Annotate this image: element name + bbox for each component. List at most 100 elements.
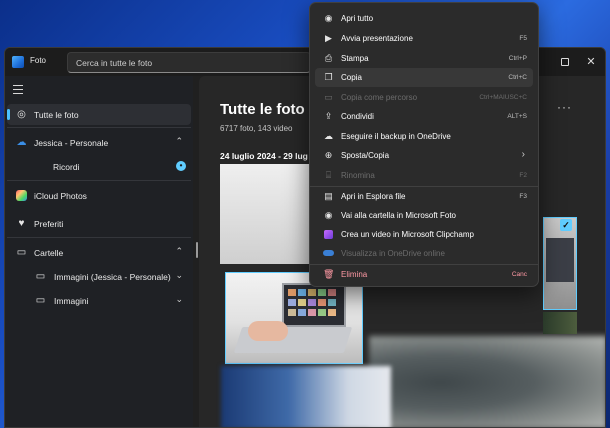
eye-icon: ◉: [324, 13, 333, 23]
photos-icon: ◎: [17, 109, 26, 120]
copy-path-icon: ▭: [324, 92, 333, 102]
menu-item-label: Apri in Esplora file: [341, 192, 406, 201]
folder-icon: ▭: [16, 247, 27, 258]
chevron-up-icon[interactable]: ⌃: [175, 246, 183, 257]
divider: [7, 127, 191, 128]
menu-item-shortcut: Canc: [511, 271, 527, 278]
printer-icon: ⎙: [324, 53, 333, 63]
date-range-label: 24 luglio 2024 - 29 lug: [220, 151, 308, 161]
sidebar-item-label: Immagini: [54, 296, 89, 306]
sidebar-item-label: Tutte le foto: [34, 110, 79, 120]
clipchamp-icon: [324, 230, 333, 239]
sidebar-item-jessica-personale[interactable]: ☁ Jessica - Personale ⌃: [7, 132, 191, 153]
copy-icon: ❐: [324, 72, 333, 82]
menu-item-rinomina[interactable]: ⌸ Rinomina F2: [315, 166, 533, 185]
menu-item-label: Apri tutto: [341, 14, 374, 23]
chevron-down-icon[interactable]: ⌄: [175, 294, 183, 305]
menu-item-label: Rinomina: [341, 171, 375, 180]
menu-item-label: Crea un video in Microsoft Clipchamp: [341, 230, 474, 239]
hand: [248, 321, 288, 341]
menu-item-backup-onedrive[interactable]: ☁ Eseguire il backup in OneDrive: [315, 127, 533, 146]
sidebar-scrollbar[interactable]: [196, 242, 198, 258]
eye-icon: ◉: [324, 210, 333, 220]
slideshow-icon: ▶: [325, 33, 332, 43]
menu-item-label: Avvia presentazione: [341, 34, 413, 43]
new-badge-icon: •: [176, 161, 186, 171]
close-icon: ✕: [586, 56, 596, 68]
menu-item-copia[interactable]: ❐ Copia Ctrl+C: [315, 68, 533, 87]
laptop-screen: [546, 238, 574, 282]
laptop-screen: [282, 283, 346, 327]
menu-item-vai-cartella-foto[interactable]: ◉ Vai alla cartella in Microsoft Foto: [315, 206, 533, 225]
menu-item-shortcut: Ctrl+P: [508, 55, 527, 62]
sidebar-item-label: Ricordi: [53, 162, 80, 172]
menu-item-label: Visualizza in OneDrive online: [341, 249, 445, 258]
context-menu: ◉ Apri tutto ▶ Avvia presentazione F5 ⎙ …: [309, 2, 539, 287]
menu-item-copia-come-percorso[interactable]: ▭ Copia come percorso Ctrl+MAIUSC+C: [315, 88, 533, 107]
chevron-up-icon[interactable]: ⌃: [175, 136, 183, 147]
divider: [7, 237, 191, 238]
maximize-button[interactable]: [555, 52, 575, 72]
menu-item-apri-esplora-file[interactable]: ▤ Apri in Esplora file F3: [315, 187, 533, 206]
divider: [7, 180, 191, 181]
menu-item-elimina[interactable]: 🗑 Elimina Canc: [315, 265, 533, 284]
sidebar-item-ricordi[interactable]: Ricordi •: [7, 156, 191, 177]
menu-item-label: Elimina: [341, 270, 368, 279]
icloud-icon: [16, 190, 27, 201]
menu-item-shortcut: F2: [519, 172, 527, 179]
menu-item-stampa[interactable]: ⎙ Stampa Ctrl+P: [315, 49, 533, 68]
menu-item-shortcut: F5: [519, 35, 527, 42]
menu-item-label: Copia: [341, 73, 362, 82]
menu-item-clipchamp[interactable]: Crea un video in Microsoft Clipchamp: [315, 225, 533, 244]
menu-item-shortcut: ALT+S: [507, 113, 527, 120]
sidebar-item-label: Cartelle: [34, 248, 64, 258]
onedrive-cloud-icon: ☁: [16, 137, 27, 148]
hamburger-menu-icon[interactable]: [13, 85, 23, 97]
page-subtitle: 6717 foto, 143 video: [220, 124, 293, 133]
menu-item-apri-tutto[interactable]: ◉ Apri tutto: [315, 9, 533, 28]
sidebar-item-label: Preferiti: [34, 219, 64, 229]
menu-item-condividi[interactable]: ⇪ Condividi ALT+S: [315, 107, 533, 126]
folder-icon: ▭: [35, 295, 46, 306]
photo-thumbnail-blurred[interactable]: [221, 366, 391, 427]
sidebar: ◎ Tutte le foto ☁ Jessica - Personale ⌃ …: [5, 76, 193, 427]
rename-icon: ⌸: [325, 170, 332, 180]
sidebar-item-tutte-le-foto[interactable]: ◎ Tutte le foto: [7, 104, 191, 125]
app-title: Foto: [30, 56, 47, 65]
photo-thumbnail[interactable]: [543, 312, 577, 334]
trash-icon: 🗑: [323, 269, 335, 279]
menu-item-label: Eseguire il backup in OneDrive: [341, 132, 451, 141]
sidebar-item-immagini[interactable]: ▭ Immagini ⌄: [7, 290, 191, 311]
close-button[interactable]: ✕: [581, 52, 601, 72]
backup-icon: ☁: [324, 131, 333, 141]
maximize-icon: [561, 58, 569, 66]
photo-thumbnail-selected[interactable]: [543, 217, 577, 310]
menu-item-label: Condividi: [341, 112, 374, 121]
sidebar-item-icloud-photos[interactable]: iCloud Photos: [7, 185, 191, 206]
chevron-right-icon: ›: [521, 149, 525, 160]
menu-item-label: Stampa: [341, 54, 369, 63]
chevron-down-icon[interactable]: ⌄: [175, 270, 183, 281]
menu-item-label: Copia come percorso: [341, 93, 418, 102]
sidebar-item-cartelle[interactable]: ▭ Cartelle ⌃: [7, 242, 191, 263]
photo-thumbnail-blurred[interactable]: [369, 336, 605, 427]
menu-item-label: Vai alla cartella in Microsoft Foto: [341, 211, 457, 220]
menu-item-label: Sposta/Copia: [341, 151, 390, 160]
heart-icon: ♥: [18, 218, 25, 229]
sidebar-item-label: Jessica - Personale: [34, 138, 109, 148]
selected-checkbox-icon[interactable]: ✓: [560, 219, 572, 231]
sidebar-item-label: Immagini (Jessica - Personale): [54, 272, 171, 282]
menu-item-shortcut: Ctrl+C: [508, 74, 527, 81]
folder-icon: ▭: [35, 271, 46, 282]
sidebar-item-immagini-jessica[interactable]: ▭ Immagini (Jessica - Personale) ⌄: [7, 266, 191, 287]
more-options-icon[interactable]: ···: [557, 100, 572, 114]
menu-item-shortcut: F3: [519, 193, 527, 200]
menu-item-avvia-presentazione[interactable]: ▶ Avvia presentazione F5: [315, 29, 533, 48]
photos-app-icon: [12, 56, 24, 68]
search-input[interactable]: Cerca in tutte le foto: [67, 52, 311, 73]
menu-item-visualizza-onedrive[interactable]: Visualizza in OneDrive online: [315, 244, 533, 263]
share-icon: ⇪: [324, 111, 333, 121]
sidebar-item-preferiti[interactable]: ♥ Preferiti: [7, 213, 191, 234]
active-indicator: [7, 109, 10, 120]
menu-item-sposta-copia[interactable]: ⊕ Sposta/Copia ›: [315, 146, 533, 165]
